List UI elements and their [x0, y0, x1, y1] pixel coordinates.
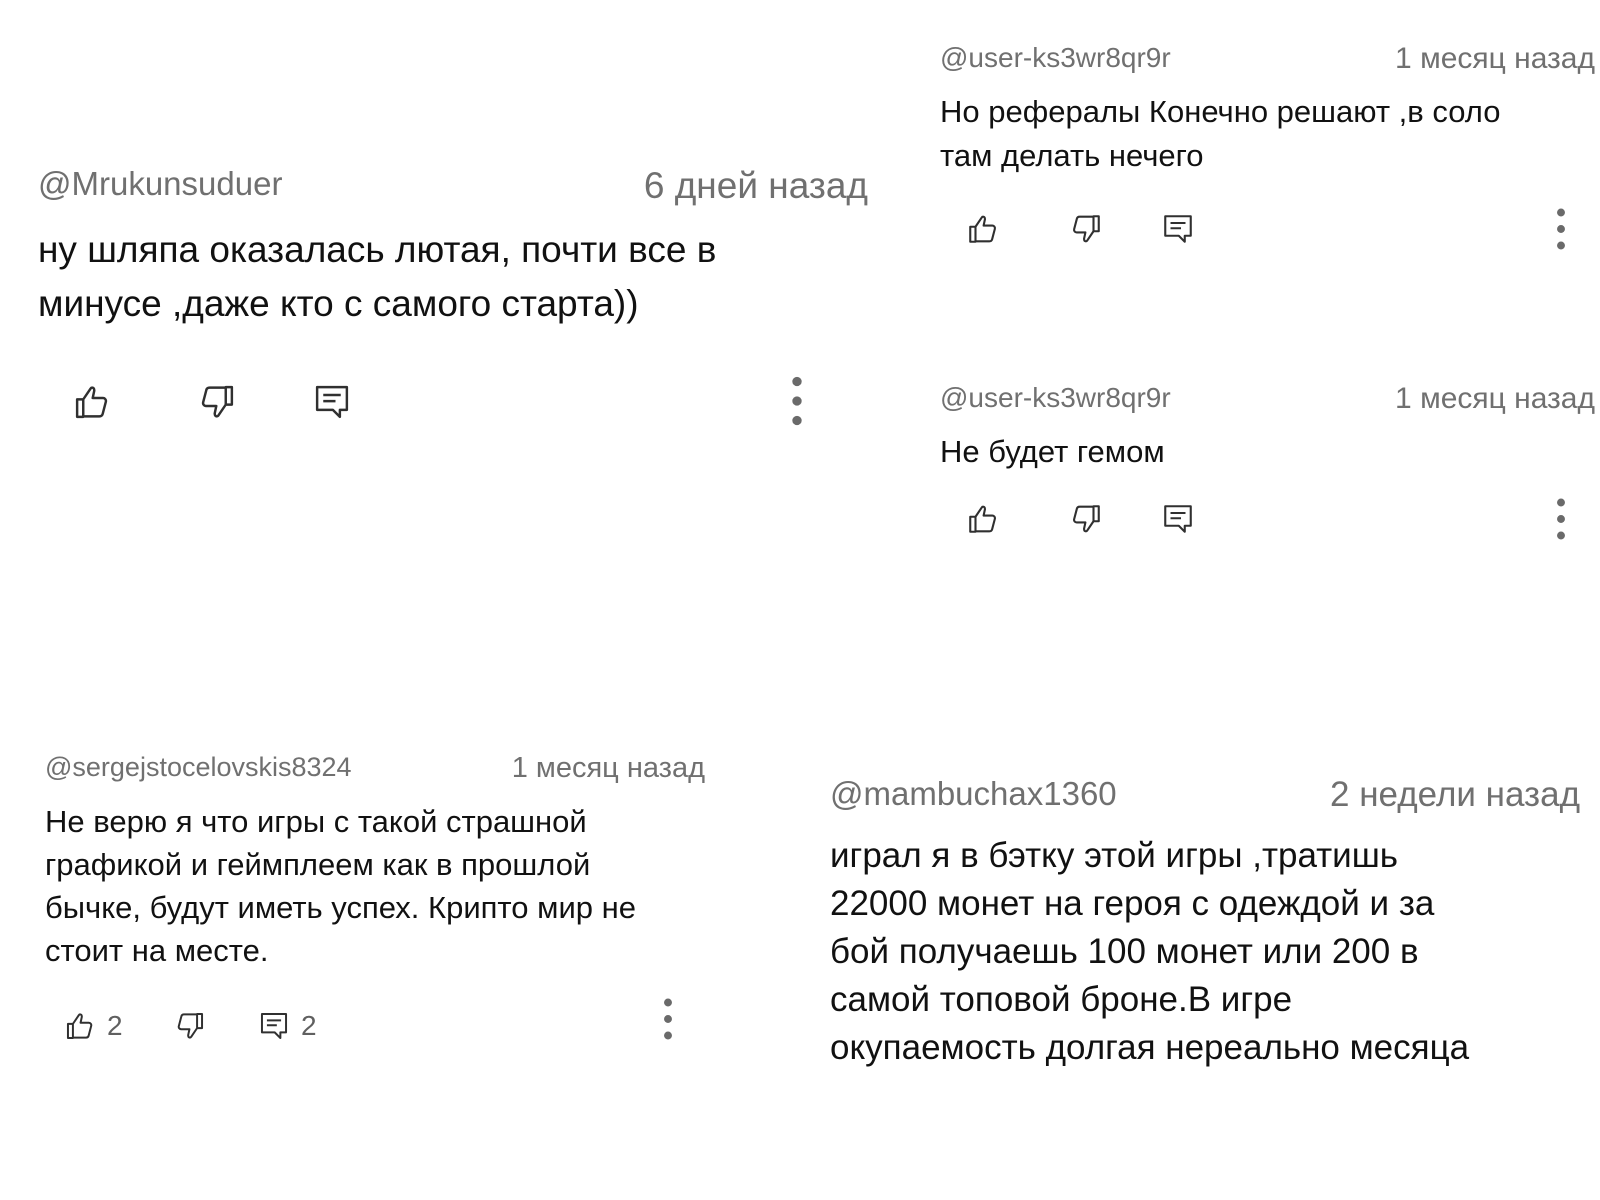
- like-button[interactable]: [965, 211, 1001, 247]
- more-vertical-icon: [662, 997, 674, 1041]
- comment-author[interactable]: @user-ks3wr8qr9r: [940, 42, 1171, 74]
- comment-text: ну шляпа оказалась лютая, почти все в ми…: [38, 223, 858, 331]
- more-vertical-icon: [1555, 497, 1567, 541]
- comment-timestamp[interactable]: 6 дней назад: [644, 165, 868, 207]
- comment-author[interactable]: @user-ks3wr8qr9r: [940, 382, 1171, 414]
- thumbs-up-icon: [965, 501, 1001, 537]
- more-vertical-icon: [790, 375, 804, 427]
- comment-text-line: там делать нечего: [940, 138, 1204, 173]
- reply-icon: [1160, 211, 1196, 247]
- thumbs-down-icon: [1068, 501, 1104, 537]
- like-button[interactable]: 2: [63, 1009, 123, 1043]
- comment-text-line: самой топовой броне.В игре: [830, 980, 1293, 1019]
- more-options-button[interactable]: [790, 375, 804, 427]
- comment-author[interactable]: @Mrukunsuduer: [38, 165, 282, 203]
- more-options-button[interactable]: [1555, 207, 1567, 251]
- comment-actions: [38, 375, 828, 431]
- comment-timestamp[interactable]: 1 месяц назад: [1395, 382, 1595, 416]
- more-options-button[interactable]: [662, 997, 674, 1041]
- thumbs-down-icon: [1068, 211, 1104, 247]
- thumbs-down-icon: [196, 381, 238, 423]
- comment-text-line: Но рефералы Конечно решают ,в соло: [940, 94, 1501, 129]
- reply-button[interactable]: [1160, 211, 1196, 247]
- like-button[interactable]: [71, 381, 113, 423]
- comment-text-line: окупаемость долгая нереально месяца: [830, 1028, 1470, 1067]
- more-vertical-icon: [1555, 207, 1567, 251]
- reply-button[interactable]: [1160, 501, 1196, 537]
- comment-text-line: 22000 монет на героя с одеждой и за: [830, 884, 1435, 923]
- comment-text-line: стоит на месте.: [45, 933, 269, 968]
- comment-author[interactable]: @mambuchax1360: [830, 775, 1117, 813]
- comment-text-line: играл я в бэтку этой игры ,тратишь: [830, 836, 1399, 875]
- like-count: 2: [107, 1010, 123, 1041]
- dislike-button[interactable]: [173, 1009, 207, 1043]
- reply-button[interactable]: [311, 381, 353, 423]
- comment-timestamp[interactable]: 1 месяц назад: [1395, 42, 1595, 76]
- dislike-button[interactable]: [196, 381, 238, 423]
- comment-timestamp[interactable]: 2 недели назад: [1330, 775, 1580, 815]
- comment-text-line: Не верю я что игры с такой страшной: [45, 804, 587, 839]
- like-button[interactable]: [965, 501, 1001, 537]
- thumbs-up-icon: [965, 211, 1001, 247]
- comment-actions: [940, 207, 1565, 251]
- comment-text-line: ну шляпа оказалась лютая, почти все в: [38, 229, 717, 270]
- reply-icon: [311, 381, 353, 423]
- comment-text: Не верю я что игры с такой страшной граф…: [45, 800, 705, 972]
- comment-text: играл я в бэтку этой игры ,тратишь 22000…: [830, 832, 1580, 1072]
- comment-timestamp[interactable]: 1 месяц назад: [512, 752, 705, 785]
- comment-text-line: Не будет гемом: [940, 434, 1165, 469]
- dislike-button[interactable]: [1068, 211, 1104, 247]
- comment-text: Не будет гемом: [940, 430, 1580, 474]
- thumbs-up-icon: [63, 1009, 97, 1043]
- comment-text-line: бычке, будут иметь успех. Крипто мир не: [45, 890, 636, 925]
- comment-actions: [940, 497, 1565, 541]
- comment-text-line: графикой и геймплеем как в прошлой: [45, 847, 591, 882]
- reply-icon: [1160, 501, 1196, 537]
- reply-count: 2: [301, 1010, 317, 1041]
- thumbs-up-icon: [71, 381, 113, 423]
- dislike-button[interactable]: [1068, 501, 1104, 537]
- comment-text-line: бой получаешь 100 монет или 200 в: [830, 932, 1419, 971]
- reply-button[interactable]: 2: [257, 1009, 317, 1043]
- comment-text-line: минусе ,даже кто с самого старта)): [38, 283, 639, 324]
- reply-icon: [257, 1009, 291, 1043]
- comment-author[interactable]: @sergejstocelovskis8324: [45, 752, 352, 783]
- comment-text: Но рефералы Конечно решают ,в соло там д…: [940, 90, 1580, 178]
- comment-actions: 2 2: [45, 1007, 670, 1047]
- more-options-button[interactable]: [1555, 497, 1567, 541]
- thumbs-down-icon: [173, 1009, 207, 1043]
